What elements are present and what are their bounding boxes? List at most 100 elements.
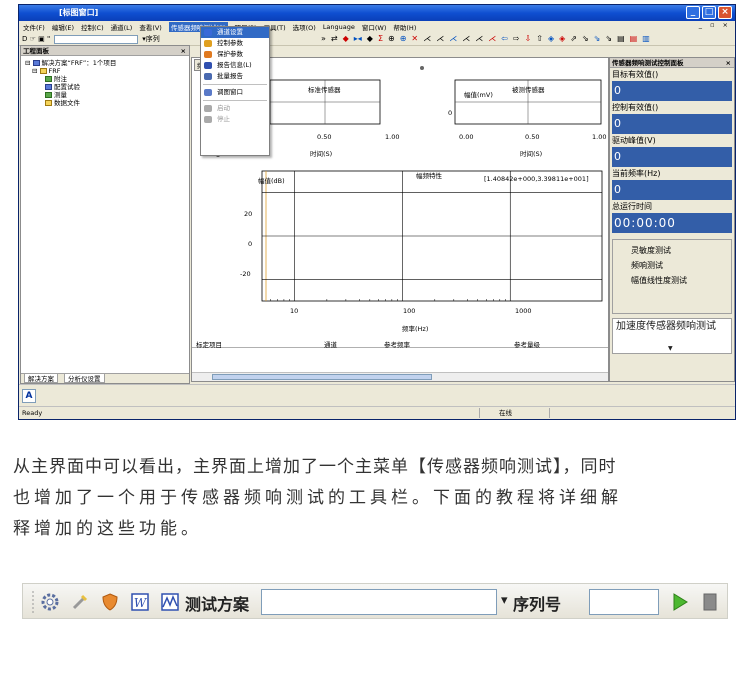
close-icon[interactable]: × [181,46,186,56]
toolbar-icon[interactable]: ⊕ [388,34,395,43]
shield-icon[interactable] [99,590,121,614]
chart2-xtick: 1.00 [592,133,607,141]
test-description: 加速度传感器频响测试 ▼ [612,318,732,354]
menu-item-icon [204,29,212,36]
tree-item[interactable]: 附注 [25,75,185,83]
test-scheme-input[interactable] [261,589,497,615]
project-panel-title: 工程面板 × [21,46,189,56]
menu-item-icon [204,105,212,112]
menu-item[interactable]: 保护参数 [201,49,269,60]
test-mode-box: 灵敏度测试 频响测试 幅值线性度测试 [612,239,732,314]
freq-xtick: 100 [403,307,416,315]
menu-item[interactable]: 批量报告 [201,71,269,82]
toolbar-icon[interactable]: ▤ [617,34,625,43]
freq-response-test-button[interactable]: 频响测试 [613,258,731,273]
menu-item[interactable]: 报告信息(L) [201,60,269,71]
tab-solution[interactable]: 解决方案 [24,374,58,383]
toolbar-icon[interactable]: ▸◂ [354,34,362,43]
toolbar-icon[interactable]: ⇘ [582,34,589,43]
close-button[interactable]: × [718,6,732,19]
toolbar-icon[interactable]: ⋌ [449,34,457,43]
tools-icon[interactable] [69,590,91,614]
toolbar-icon[interactable]: ⋌ [475,34,483,43]
tree-item[interactable]: 数据文件 [25,99,185,107]
toolbar-icon[interactable]: ⋌ [488,34,496,43]
toolbar-icon[interactable]: ◈ [548,34,554,43]
chart2-ylabel: 幅值(mV) [464,91,493,99]
minimize-button[interactable]: _ [686,6,700,19]
toolbar-icon[interactable]: ⋌ [423,34,431,43]
menu-options[interactable]: 选项(O) [293,22,316,32]
amplitude-linearity-test-button[interactable]: 幅值线性度测试 [613,273,731,288]
toolbar-icon[interactable]: ⇧ [536,34,543,43]
font-a-button[interactable]: A [22,389,36,403]
sensitivity-test-button[interactable]: 灵敏度测试 [613,243,731,258]
close-icon[interactable]: × [726,58,731,68]
toolbar-icon[interactable]: ▥ [642,34,650,43]
column-header[interactable]: 参考频率 [384,339,410,349]
start-icon[interactable] [669,590,691,614]
menu-file[interactable]: 文件(F) [23,22,45,32]
toolbar-icon[interactable]: ⊕ [400,34,407,43]
maximize-button[interactable]: □ [702,6,716,19]
tree-item[interactable]: 测量 [25,91,185,99]
tree-item[interactable]: ⊟ 解决方案“FRF”：1个项目 [25,59,185,67]
toolbar-icon[interactable]: » [321,34,326,43]
tree-item[interactable]: 配置试验 [25,83,185,91]
toolbar-icon[interactable]: ▤ [630,34,638,43]
toolbar-icon[interactable]: ⇨ [513,34,520,43]
menu-item-icon [204,51,212,58]
scrollbar-thumb[interactable] [212,374,432,380]
toolbar-icon[interactable]: ⇘ [594,34,601,43]
chevron-down-icon[interactable]: ▼ [668,343,673,355]
menu-edit[interactable]: 编辑(E) [52,22,74,32]
menu-item[interactable]: 启动 [201,103,269,114]
calibration-table-header: 标定项目 通道 参考频率 参考量级 [192,338,608,349]
toolbar-icon[interactable]: ⋌ [462,34,470,43]
chevron-down-icon[interactable]: ▾ [501,593,508,608]
chart-window-icon[interactable] [159,590,181,614]
menu-item[interactable]: 停止 [201,114,269,125]
column-header[interactable]: 通道 [324,339,337,349]
menu-item[interactable]: 通道设置 [201,27,269,38]
stop-icon[interactable] [699,590,721,614]
mdi-controls[interactable]: _ ▫ × [699,21,731,29]
app-window: [标图窗口] _ □ × 文件(F) 编辑(E) 控制(C) 通道(L) 查看(… [18,4,736,420]
menu-help[interactable]: 帮助(H) [393,22,416,32]
toolbar-icon[interactable]: ⇗ [570,34,577,43]
column-header[interactable]: 参考量级 [514,339,540,349]
menu-item[interactable]: 调图窗口 [201,87,269,98]
control-panel: 传感器频响测试控制面板 × 目标有效值() 0 控制有效值() 0 驱动峰值(V… [609,57,735,382]
toolbar-icon[interactable]: ⇘ [605,34,612,43]
toolbar-icon[interactable]: ✕ [411,34,418,43]
toolbar-file-icons[interactable]: D ☞ ▣ " [22,35,50,43]
toolbar-combo-suffix[interactable]: ▾序列 [142,34,160,44]
svg-text:W: W [134,596,148,610]
column-header[interactable]: 标定项目 [196,339,222,349]
gear-icon[interactable] [39,590,61,614]
current-freq-value: 0 [612,180,732,200]
toolbar-icon[interactable]: ◆ [367,34,373,43]
menu-channel[interactable]: 通道(L) [111,22,133,32]
toolbar-icon[interactable]: ⇄ [331,34,338,43]
config-icon [45,84,52,90]
menu-window[interactable]: 窗口(W) [362,22,387,32]
tree-item[interactable]: ⊟ FRF [25,67,185,75]
menu-control[interactable]: 控制(C) [81,22,104,32]
toolbar-icon[interactable]: ◆ [343,34,349,43]
menu-view[interactable]: 查看(V) [139,22,162,32]
report-icon[interactable]: W [129,590,151,614]
toolbar-icon[interactable]: Σ [378,34,383,43]
menu-language[interactable]: Language [323,23,355,31]
toolbar-icon[interactable]: ⋌ [436,34,444,43]
control-rms-value: 0 [612,114,732,134]
serial-number-input[interactable] [589,589,659,615]
toolbar-combo[interactable] [54,34,139,44]
toolbar-icon[interactable]: ⇩ [525,34,532,43]
horizontal-scrollbar[interactable] [192,372,608,381]
freq-ytick: 0 [248,240,253,248]
toolbar-icon[interactable]: ◈ [559,34,565,43]
menu-item[interactable]: 控制参数 [201,38,269,49]
toolbar-icon[interactable]: ⇦ [501,34,508,43]
tab-analyzer-settings[interactable]: 分析仪设置 [64,374,105,383]
